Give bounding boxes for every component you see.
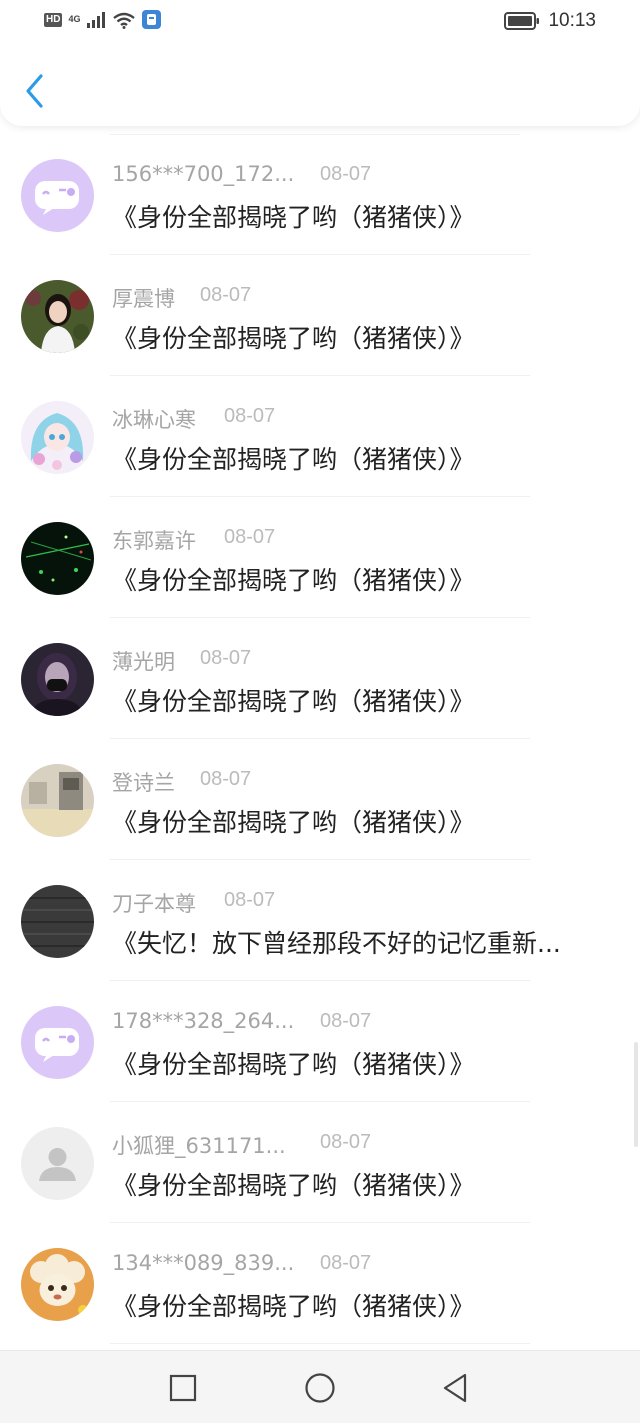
post-date: 08-07	[320, 1252, 372, 1274]
user-name[interactable]: 小狐狸_631171...	[112, 1130, 286, 1160]
list-item[interactable]: 178***328_264... 08-07 《身份全部揭晓了哟（猪猪侠）》	[0, 981, 640, 1102]
masked-person-avatar[interactable]	[21, 643, 94, 716]
list-item[interactable]: 小狐狸_631171... 08-07 《身份全部揭晓了哟（猪猪侠）》	[0, 1102, 640, 1223]
item-title[interactable]: 《身份全部揭晓了哟（猪猪侠）》	[112, 1045, 607, 1081]
system-nav-bar	[0, 1350, 640, 1423]
post-date: 08-07	[200, 284, 252, 306]
status-right: 10:13	[504, 10, 596, 32]
row-divider	[110, 1343, 530, 1344]
anime-girl-avatar[interactable]	[21, 401, 94, 474]
default-user-avatar[interactable]	[21, 1127, 94, 1200]
item-title[interactable]: 《身份全部揭晓了哟（猪猪侠）》	[112, 440, 607, 476]
recents-button[interactable]	[166, 1371, 200, 1405]
list-item[interactable]: 登诗兰 08-07 《身份全部揭晓了哟（猪猪侠）》	[0, 739, 640, 860]
item-title[interactable]: 《身份全部揭晓了哟（猪猪侠）》	[112, 1287, 607, 1323]
item-title[interactable]: 《身份全部揭晓了哟（猪猪侠）》	[112, 1166, 607, 1202]
user-name[interactable]: 东郭嘉许	[112, 525, 196, 555]
post-date: 08-07	[200, 768, 252, 790]
item-title[interactable]: 《身份全部揭晓了哟（猪猪侠）》	[112, 198, 607, 234]
user-name[interactable]: 厚震博	[112, 283, 175, 313]
user-name[interactable]: 178***328_264...	[112, 1009, 294, 1033]
user-name[interactable]: 登诗兰	[112, 767, 175, 797]
hd-badge: HD	[44, 12, 63, 27]
item-title[interactable]: 《失忆！放下曾经那段不好的记忆重新...	[112, 924, 607, 960]
item-title[interactable]: 《身份全部揭晓了哟（猪猪侠）》	[112, 682, 607, 718]
user-name[interactable]: 冰琳心寒	[112, 404, 196, 434]
chevron-left-icon	[26, 74, 43, 108]
dark-stripes-avatar[interactable]	[21, 885, 94, 958]
item-title[interactable]: 《身份全部揭晓了哟（猪猪侠）》	[112, 319, 607, 355]
post-date: 08-07	[320, 163, 372, 185]
list-item[interactable]: 134***089_839... 08-07 《身份全部揭晓了哟（猪猪侠）》	[0, 1223, 640, 1344]
square-icon	[169, 1374, 197, 1402]
user-name[interactable]: 薄光明	[112, 646, 175, 676]
post-date: 08-07	[320, 1010, 372, 1032]
back-nav-button[interactable]	[438, 1371, 472, 1405]
cartoon-sheep-avatar[interactable]	[21, 1248, 94, 1321]
post-date: 08-07	[224, 526, 276, 548]
list-item[interactable]: 156***700_172... 08-07 《身份全部揭晓了哟（猪猪侠）》	[0, 134, 640, 255]
comment-list: 156***700_172... 08-07 《身份全部揭晓了哟（猪猪侠）》 厚…	[0, 134, 640, 1344]
item-title[interactable]: 《身份全部揭晓了哟（猪猪侠）》	[112, 803, 607, 839]
triangle-back-icon	[443, 1373, 467, 1403]
user-name[interactable]: 刀子本尊	[112, 888, 196, 918]
chat-bubble-avatar[interactable]	[21, 159, 94, 232]
user-name[interactable]: 134***089_839...	[112, 1251, 294, 1275]
list-item[interactable]: 薄光明 08-07 《身份全部揭晓了哟（猪猪侠）》	[0, 618, 640, 739]
post-date: 08-07	[224, 405, 276, 427]
post-date: 08-07	[200, 647, 252, 669]
status-left: HD 4G	[44, 10, 162, 29]
girl-photo-avatar[interactable]	[21, 280, 94, 353]
home-button[interactable]	[303, 1371, 337, 1405]
night-lights-avatar[interactable]	[21, 522, 94, 595]
user-name[interactable]: 156***700_172...	[112, 162, 294, 186]
list-item[interactable]: 冰琳心寒 08-07 《身份全部揭晓了哟（猪猪侠）》	[0, 376, 640, 497]
status-bar: HD 4G 10:13	[0, 0, 640, 44]
room-photo-avatar[interactable]	[21, 764, 94, 837]
back-button[interactable]	[20, 72, 50, 112]
list-item[interactable]: 东郭嘉许 08-07 《身份全部揭晓了哟（猪猪侠）》	[0, 497, 640, 618]
post-date: 08-07	[320, 1131, 372, 1153]
wifi-icon	[113, 12, 136, 29]
item-title[interactable]: 《身份全部揭晓了哟（猪猪侠）》	[112, 561, 607, 597]
clock: 10:13	[548, 10, 596, 31]
scrollbar[interactable]	[634, 1042, 638, 1147]
network-type: 4G	[68, 14, 81, 24]
battery-icon	[504, 12, 540, 30]
list-item[interactable]: 厚震博 08-07 《身份全部揭晓了哟（猪猪侠）》	[0, 255, 640, 376]
circle-icon	[305, 1373, 335, 1403]
app-notification-icon	[142, 10, 162, 29]
chat-bubble-avatar[interactable]	[21, 1006, 94, 1079]
post-date: 08-07	[224, 889, 276, 911]
signal-icon	[87, 11, 106, 28]
top-header	[0, 44, 640, 126]
list-item[interactable]: 刀子本尊 08-07 《失忆！放下曾经那段不好的记忆重新...	[0, 860, 640, 981]
